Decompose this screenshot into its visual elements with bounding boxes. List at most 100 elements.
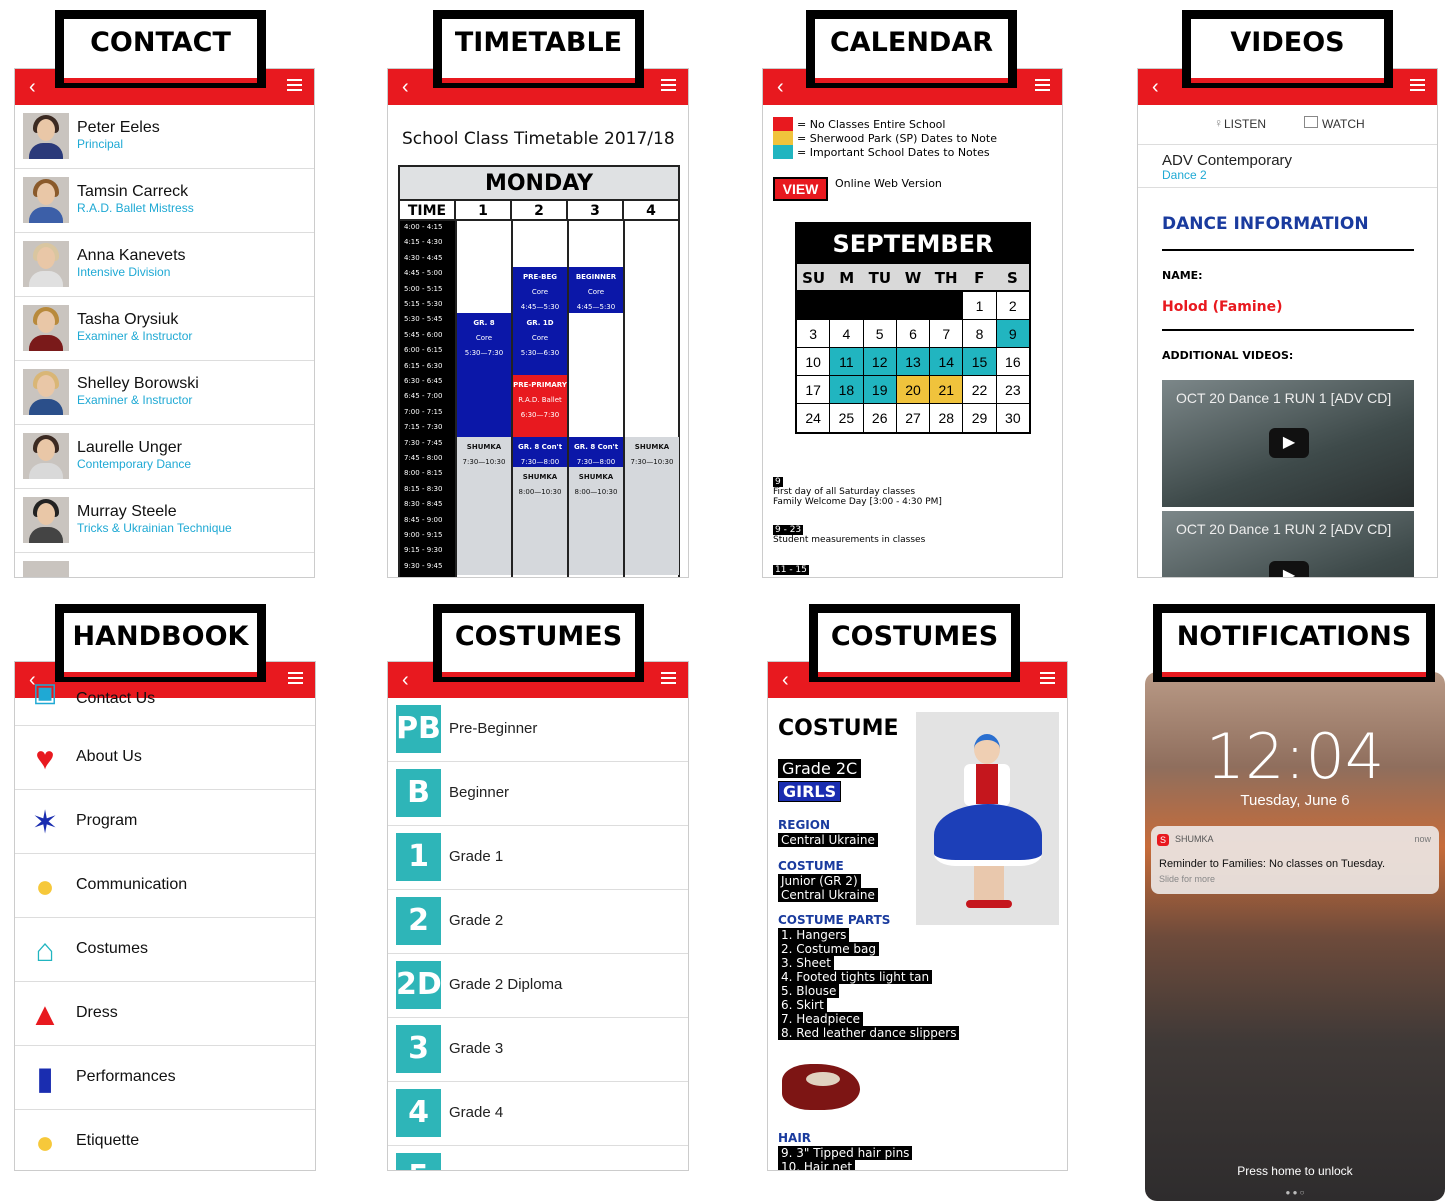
listen-tab[interactable]: LISTEN [1224, 117, 1266, 131]
menu-item-dress[interactable]: ▲ Dress [15, 982, 315, 1046]
grade-row[interactable]: 1 Grade 1 [388, 826, 688, 890]
day-cell[interactable]: 10 [797, 348, 831, 376]
contact-row[interactable]: Tamsin Carreck R.A.D. Ballet Mistress [15, 169, 314, 233]
day-cell[interactable]: 4 [830, 320, 864, 348]
day-cell[interactable]: 6 [896, 320, 931, 348]
menu-item-communication[interactable]: ● Communication [15, 854, 315, 918]
hamburger-menu-icon[interactable] [287, 79, 302, 93]
day-cell[interactable]: 26 [863, 404, 897, 432]
back-icon[interactable]: ‹ [402, 669, 409, 692]
contact-row[interactable]: Murray Steele Tricks & Ukrainian Techniqu… [15, 489, 314, 553]
day-cell[interactable]: 11 [830, 348, 864, 376]
day-cell[interactable]: 16 [996, 348, 1029, 376]
contact-row[interactable]: Laurelle Unger Contemporary Dance [15, 425, 314, 489]
hamburger-menu-icon[interactable] [661, 672, 676, 686]
back-icon[interactable]: ‹ [777, 76, 784, 99]
day-cell[interactable]: 12 [863, 348, 897, 376]
day-cell[interactable] [830, 292, 864, 320]
block-line: GR. 1D [526, 319, 554, 328]
day-cell[interactable]: 15 [963, 348, 997, 376]
grade-row[interactable]: 5 Grade 5 [388, 1146, 688, 1170]
grade-row[interactable]: 3 Grade 3 [388, 1018, 688, 1082]
day-cell[interactable]: 2 [996, 292, 1029, 320]
day-cell[interactable]: 9 [996, 320, 1029, 348]
day-cell[interactable]: 7 [930, 320, 964, 348]
rule [1162, 249, 1414, 251]
day-cell[interactable]: 13 [896, 348, 931, 376]
day-cell[interactable]: 1 [963, 292, 997, 320]
contact-row[interactable] [15, 553, 314, 577]
hamburger-menu-icon[interactable] [1035, 79, 1050, 93]
day-cell[interactable] [863, 292, 897, 320]
grade-row[interactable]: 2D Grade 2 Diploma [388, 954, 688, 1018]
day-cell[interactable]: 19 [863, 376, 897, 404]
column-header: 3 [568, 201, 624, 219]
day-cell[interactable] [930, 292, 964, 320]
day-cell[interactable]: 14 [930, 348, 964, 376]
menu-item-program[interactable]: ✶ Program [15, 790, 315, 854]
time-slot: 5:15 - 5:30 [404, 300, 443, 308]
grade-row[interactable]: PB Pre-Beginner [388, 698, 688, 762]
day-cell[interactable]: 30 [996, 404, 1029, 432]
class-block[interactable]: PRE-BEG Core 4:45—5:30 [513, 267, 567, 314]
video-thumbnail[interactable]: OCT 20 Dance 1 RUN 1 [ADV CD] ▶ [1162, 380, 1414, 507]
day-cell[interactable]: 23 [996, 376, 1029, 404]
lock-screen: 12:04 Tuesday, June 6 S SHUMKA now Remin… [1145, 672, 1445, 1201]
day-cell[interactable]: 17 [797, 376, 831, 404]
contact-role: Examiner & Instructor [77, 329, 193, 343]
class-block[interactable]: BEGINNER Core 4:45—5:30 [569, 267, 623, 314]
day-cell[interactable]: 24 [797, 404, 831, 432]
day-cell[interactable]: 18 [830, 376, 864, 404]
day-cell[interactable]: 5 [863, 320, 897, 348]
part-item: 3. Sheet [778, 956, 834, 970]
class-block[interactable]: GR. 8 Con't 7:30—8:00 [513, 436, 567, 468]
day-cell[interactable]: 29 [963, 404, 997, 432]
day-cell[interactable]: 21 [930, 376, 964, 404]
video-thumbnail[interactable]: OCT 20 Dance 1 RUN 2 [ADV CD] ▶ [1162, 511, 1414, 577]
lock-time: 12:04 [1205, 720, 1385, 793]
day-cell[interactable] [896, 292, 931, 320]
notification-card[interactable]: S SHUMKA now Reminder to Families: No cl… [1151, 826, 1439, 894]
day-cell[interactable]: 25 [830, 404, 864, 432]
hamburger-menu-icon[interactable] [1040, 672, 1055, 686]
menu-item-etiquette[interactable]: ● Etiquette [15, 1110, 315, 1170]
menu-item-performances[interactable]: ▮ Performances [15, 1046, 315, 1110]
day-cell[interactable]: 8 [963, 320, 997, 348]
hamburger-menu-icon[interactable] [661, 79, 676, 93]
contact-name: Murray Steele [77, 503, 177, 520]
play-icon[interactable]: ▶ [1269, 561, 1309, 577]
contact-row[interactable]: Shelley Borowski Examiner & Instructor [15, 361, 314, 425]
class-block[interactable]: SHUMKA 7:30—10:30 [457, 436, 511, 576]
play-icon[interactable]: ▶ [1269, 428, 1309, 458]
contact-row[interactable]: Tasha Orysiuk Examiner & Instructor [15, 297, 314, 361]
menu-item-about-us[interactable]: ♥ About Us [15, 726, 315, 790]
grade-row[interactable]: B Beginner [388, 762, 688, 826]
day-cell[interactable]: 3 [797, 320, 831, 348]
class-block[interactable]: GR. 1D Core 5:30—6:30 [513, 313, 567, 375]
video-title-overlay: OCT 20 Dance 1 RUN 1 [ADV CD] [1176, 390, 1392, 406]
day-cell[interactable]: 27 [896, 404, 931, 432]
class-block[interactable]: SHUMKA 8:00—10:30 [513, 467, 567, 576]
contact-row[interactable]: Peter Eeles Principal [15, 105, 314, 169]
day-cell[interactable] [797, 292, 831, 320]
day-cell[interactable]: 20 [896, 376, 931, 404]
menu-item-costumes[interactable]: ⌂ Costumes [15, 918, 315, 982]
back-icon[interactable]: ‹ [402, 76, 409, 99]
back-icon[interactable]: ‹ [1152, 76, 1159, 99]
grade-row[interactable]: 2 Grade 2 [388, 890, 688, 954]
day-cell[interactable]: 22 [963, 376, 997, 404]
class-block[interactable]: GR. 8 Con't 7:30—8:00 [569, 436, 623, 468]
watch-tab[interactable]: WATCH [1322, 117, 1365, 131]
hamburger-menu-icon[interactable] [1410, 79, 1425, 93]
back-icon[interactable]: ‹ [29, 76, 36, 99]
block-line: 5:30—7:30 [464, 349, 504, 358]
class-block[interactable]: SHUMKA 8:00—10:30 [569, 467, 623, 576]
view-button[interactable]: VIEW [773, 177, 828, 201]
contact-row[interactable]: Anna Kanevets Intensive Division [15, 233, 314, 297]
back-icon[interactable]: ‹ [782, 669, 789, 692]
grade-row[interactable]: 4 Grade 4 [388, 1082, 688, 1146]
class-block[interactable]: SHUMKA 7:30—10:30 [625, 436, 679, 576]
day-cell[interactable]: 28 [930, 404, 964, 432]
class-block[interactable]: PRE-PRIMARY R.A.D. Ballet 6:30—7:30 [513, 375, 567, 437]
class-block[interactable]: GR. 8 Core 5:30—7:30 [457, 313, 511, 437]
